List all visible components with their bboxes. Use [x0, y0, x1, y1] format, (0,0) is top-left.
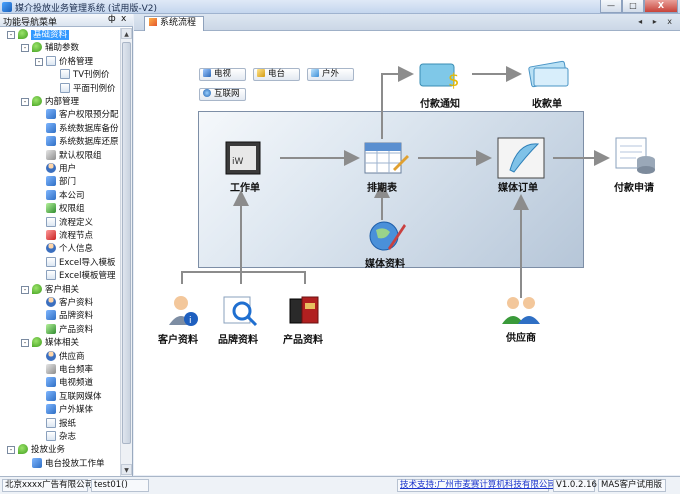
product-info-icon[interactable] — [286, 293, 322, 329]
receipt-icon[interactable] — [526, 60, 572, 90]
media-info-icon[interactable] — [366, 218, 406, 254]
work-order-label: 工作单 — [230, 183, 260, 194]
payment-notice-label: 付款通知 — [420, 99, 460, 110]
brand-info-label: 品牌资料 — [218, 335, 258, 346]
customer-info-label: 客户资料 — [158, 335, 198, 346]
svg-text:i: i — [189, 316, 192, 326]
product-info-label: 产品资料 — [283, 335, 323, 346]
status-company: 北京xxxx广告有限公司 — [2, 479, 93, 492]
svg-text:$: $ — [448, 70, 459, 90]
receipt-label: 收款单 — [532, 99, 562, 110]
media-order-label: 媒体订单 — [498, 183, 538, 194]
payment-request-label: 付款申请 — [614, 183, 654, 194]
flow-connectors — [181, 66, 610, 298]
schedule-label: 排期表 — [367, 183, 397, 194]
customer-info-icon[interactable]: i — [165, 293, 201, 329]
schedule-icon[interactable] — [363, 139, 409, 179]
payment-notice-icon[interactable]: $ — [418, 62, 466, 91]
svg-text:iW: iW — [232, 157, 244, 167]
status-version: V1.0.2.16 — [553, 479, 597, 492]
work-order-icon[interactable]: iW — [222, 140, 266, 178]
status-bar: 北京xxxx广告有限公司 test01() 技术支持:广州市麦赛计算机科技有限公… — [0, 476, 680, 494]
status-user: test01() — [91, 479, 149, 492]
supplier-label: 供应商 — [506, 333, 536, 344]
status-edition: MAS客户试用版 — [598, 479, 666, 492]
payment-request-icon[interactable] — [614, 136, 658, 176]
brand-info-icon[interactable] — [222, 293, 258, 329]
media-info-label: 媒体资料 — [365, 259, 405, 270]
supplier-icon[interactable] — [500, 294, 542, 326]
support-link[interactable]: 技术支持:广州市麦赛计算机科技有限公司 — [397, 479, 556, 492]
media-order-icon[interactable] — [496, 136, 548, 180]
